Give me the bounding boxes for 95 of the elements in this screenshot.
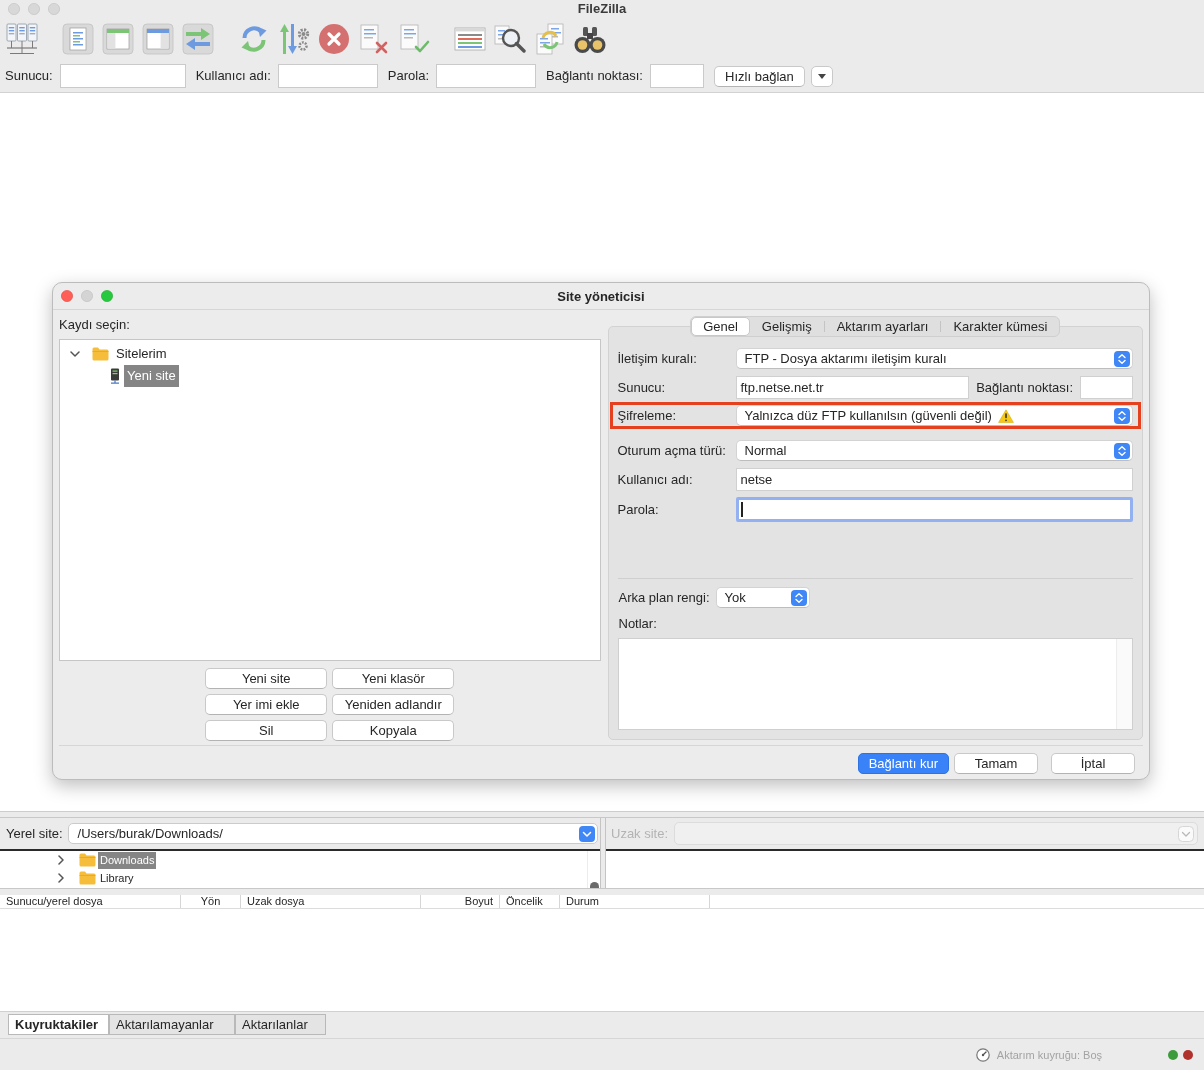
window-title: FileZilla xyxy=(577,2,627,15)
field-label: Bağlantı noktası: xyxy=(546,68,643,84)
servers-icon[interactable] xyxy=(6,22,38,55)
tab[interactable]: Kuyruktakiler xyxy=(8,1014,109,1035)
tree-item[interactable]: Sitelerim xyxy=(113,343,170,365)
cancel-icon[interactable] xyxy=(318,22,350,55)
field-label: Parola: xyxy=(617,501,660,518)
text-cursor-icon xyxy=(740,502,743,517)
column-header[interactable]: Durum xyxy=(560,895,710,908)
push-button[interactable]: Sil xyxy=(205,720,328,741)
sync-icon[interactable] xyxy=(534,22,566,55)
zoom-button[interactable] xyxy=(101,290,113,302)
tab[interactable]: Karakter kümesi xyxy=(941,317,1060,336)
dialog-title: Site yöneticisi xyxy=(557,289,645,303)
field-label: Parola: xyxy=(387,68,430,84)
tree-item[interactable]: Downloads xyxy=(98,851,157,869)
dialog-button[interactable]: İptal xyxy=(1051,753,1135,774)
field-label: Sunucu: xyxy=(617,379,667,396)
push-button[interactable]: Yeni klasör xyxy=(332,668,455,689)
close-button[interactable] xyxy=(61,290,73,302)
local-site-label: Yerel site: xyxy=(6,825,63,842)
push-button[interactable]: Yeniden adlandır xyxy=(332,694,455,715)
updown-arrows-icon xyxy=(1114,442,1130,459)
tab[interactable]: Gelişmiş xyxy=(749,317,824,336)
updown-arrows-icon xyxy=(1114,407,1130,424)
minimize-button[interactable] xyxy=(81,290,93,302)
document-icon[interactable] xyxy=(62,22,94,55)
chevron-down-icon xyxy=(579,825,595,842)
push-button[interactable]: Kopyala xyxy=(332,720,455,741)
notes-field[interactable] xyxy=(617,638,1133,730)
swap-arrows-icon[interactable] xyxy=(182,22,214,55)
input-field[interactable] xyxy=(436,64,537,88)
field-label: Arka plan rengi: xyxy=(618,589,710,606)
queue-status-text: Aktarım kuyruğu: Boş xyxy=(996,1047,1102,1063)
file-x-icon[interactable] xyxy=(358,22,390,55)
dropdown-select[interactable]: Yok xyxy=(715,587,810,608)
field-label: İletişim kuralı: xyxy=(617,350,698,367)
chevron-down-icon[interactable] xyxy=(70,351,80,357)
arrows-gear-icon[interactable] xyxy=(278,22,310,55)
window-left-pane-icon[interactable] xyxy=(102,22,134,55)
input-field[interactable] xyxy=(649,64,704,88)
input-field[interactable] xyxy=(735,497,1133,522)
column-header[interactable]: Yön xyxy=(181,895,241,908)
dropdown-select[interactable]: FTP - Dosya aktarımı iletişim kuralı xyxy=(735,348,1133,369)
input-field[interactable] xyxy=(59,64,186,88)
minimize-button[interactable] xyxy=(28,2,40,15)
tab[interactable]: Genel xyxy=(691,317,750,336)
window-right-pane-icon[interactable] xyxy=(142,22,174,55)
input-field[interactable] xyxy=(277,64,378,88)
dropdown-select[interactable]: Normal xyxy=(735,440,1133,461)
tree-item[interactable]: Yeni site xyxy=(124,365,179,387)
search-icon[interactable] xyxy=(494,22,526,55)
column-header[interactable]: Öncelik xyxy=(500,895,560,908)
port-field[interactable] xyxy=(1080,376,1133,399)
tab[interactable]: Aktarım ayarları xyxy=(824,317,941,336)
dialog-button[interactable]: Bağlantı kur xyxy=(857,753,949,774)
field-label: Bağlantı noktası: xyxy=(976,379,1073,396)
scrollbar xyxy=(587,851,600,888)
tree-item[interactable]: Library xyxy=(98,869,136,887)
quick-connect-button[interactable]: Hızlı bağlan xyxy=(713,65,805,87)
tab[interactable]: Aktarılamayanlar xyxy=(109,1014,235,1035)
chevron-right-icon[interactable] xyxy=(58,873,64,883)
dropdown-button[interactable] xyxy=(810,65,833,87)
column-header[interactable]: Sunucu/yerel dosya xyxy=(0,895,181,908)
remote-site-label: Uzak site: xyxy=(611,825,669,842)
zoom-button[interactable] xyxy=(48,2,60,15)
updown-arrows-icon xyxy=(1114,350,1130,367)
folder-icon xyxy=(79,853,96,867)
folder-icon xyxy=(79,871,96,885)
file-check-icon[interactable] xyxy=(398,22,430,55)
field-label: Kullanıcı adı: xyxy=(617,471,694,488)
column-header[interactable]: Boyut xyxy=(421,895,500,908)
field-label: Kullanıcı adı: xyxy=(195,68,271,84)
server-icon xyxy=(110,368,120,384)
push-button[interactable]: Yer imi ekle xyxy=(205,694,328,715)
tree-label: Kaydı seçin: xyxy=(59,317,130,332)
field-label: Şifreleme: xyxy=(617,407,678,424)
chevron-right-icon[interactable] xyxy=(58,855,64,865)
close-button[interactable] xyxy=(8,2,20,15)
chevron-down-icon xyxy=(1178,825,1194,842)
field-label: Notlar: xyxy=(618,616,657,632)
host-field[interactable]: ftp.netse.net.tr xyxy=(735,376,970,399)
input-field[interactable]: netse xyxy=(735,468,1133,491)
dropdown-select[interactable]: Yalnızca düz FTP kullanılsın (güvenli değil) xyxy=(735,405,1133,426)
caret-down-icon xyxy=(817,73,826,79)
updown-arrows-icon xyxy=(790,589,807,606)
column-header[interactable]: Uzak dosya xyxy=(241,895,421,908)
local-path-combo[interactable]: /Users/burak/Downloads/ xyxy=(67,823,598,844)
gauge-icon xyxy=(975,1047,990,1062)
push-button[interactable]: Yeni site xyxy=(205,668,328,689)
tab[interactable]: Aktarılanlar xyxy=(235,1014,326,1035)
field-label: Oturum açma türü: xyxy=(617,442,727,459)
dialog-button[interactable]: Tamam xyxy=(954,753,1038,774)
folder-icon xyxy=(92,347,109,361)
field-label: Sunucu: xyxy=(5,68,53,84)
